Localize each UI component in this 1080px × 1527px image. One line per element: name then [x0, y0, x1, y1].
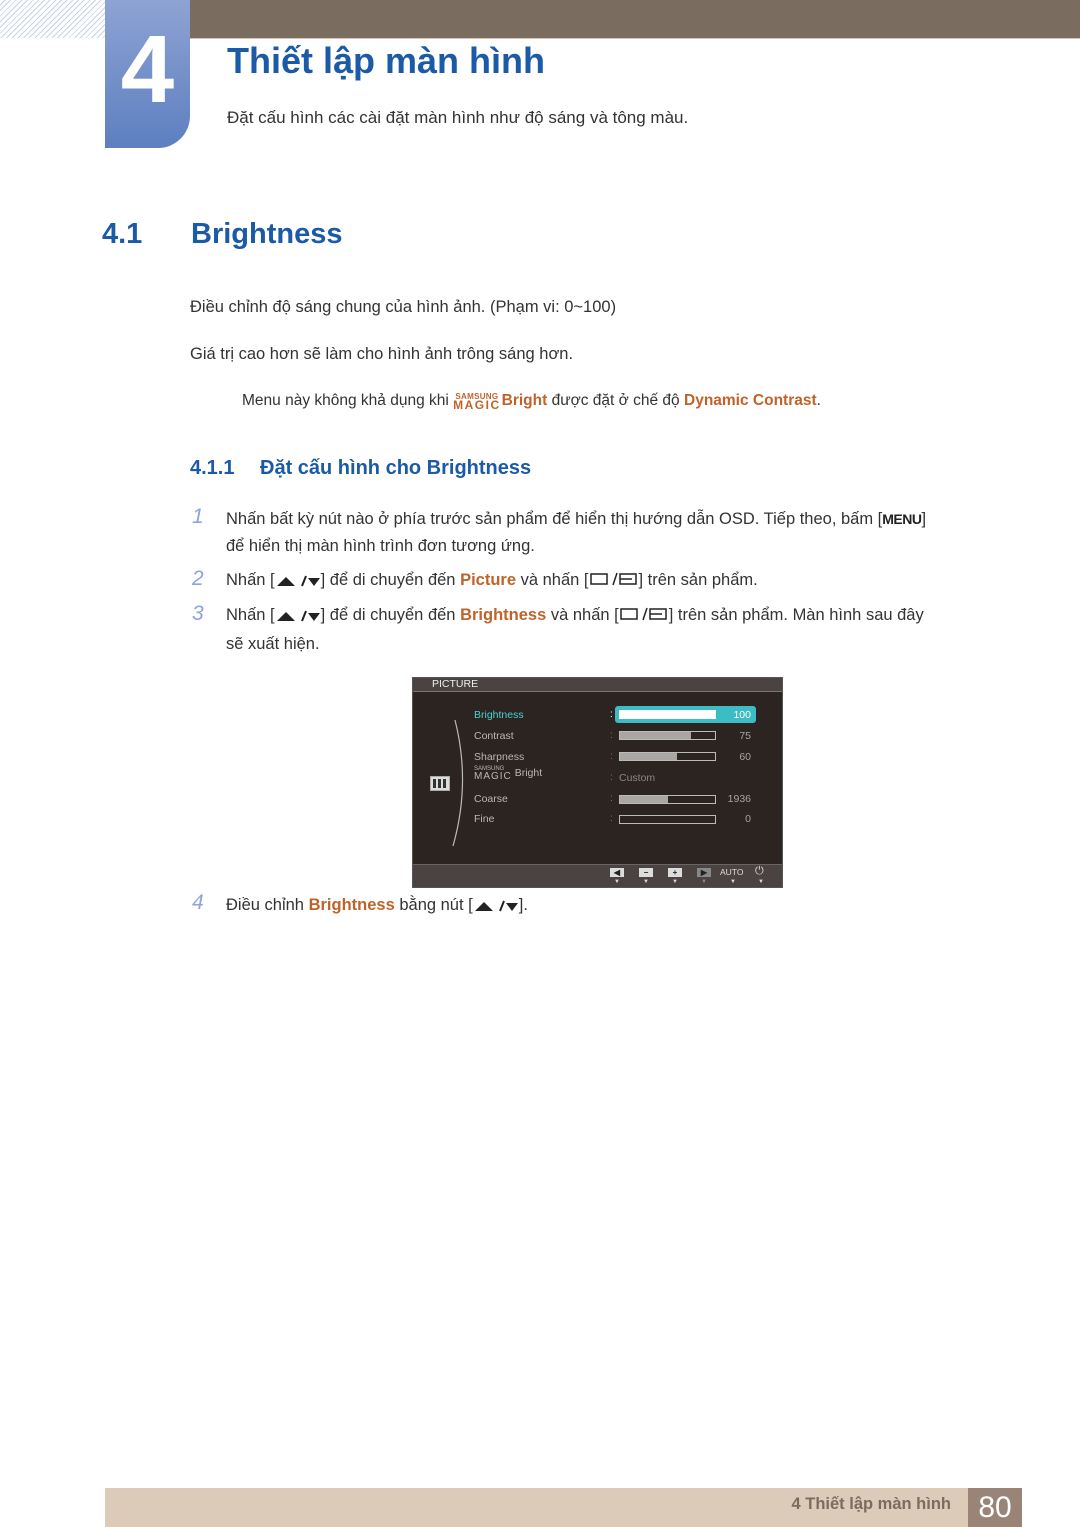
chapter-number-badge: 4 [105, 0, 190, 148]
left-icon[interactable]: ◀ [610, 868, 624, 877]
paragraph-range: Điều chỉnh độ sáng chung của hình ảnh. (… [190, 298, 617, 316]
step-number: 4 [192, 891, 204, 914]
osd-item-fine[interactable]: Fine [474, 813, 494, 825]
step-2: Nhấn [] để di chuyển đến Picture và nhấn… [226, 567, 758, 596]
enter-icon[interactable]: ▶ [697, 868, 711, 877]
menu-key: MENU [882, 511, 922, 527]
step-1: Nhấn bất kỳ nút nào ở phía trước sản phẩ… [226, 510, 927, 555]
paragraph-higher-value: Giá trị cao hơn sẽ làm cho hình ảnh trôn… [190, 345, 574, 363]
power-icon[interactable]: ⏻ [755, 865, 764, 878]
osd-item-sharpness[interactable]: Sharpness [474, 751, 524, 763]
source-enter-icon [589, 569, 639, 596]
step-number: 2 [192, 567, 204, 590]
dynamic-contrast-term: Dynamic Contrast [684, 392, 817, 409]
subsection-heading: 4.1.1 Đặt cấu hình cho Brightness [190, 457, 532, 479]
osd-header: PICTURE [413, 678, 782, 692]
osd-picture-menu: PICTURE Brightness : 100 Contrast : 75 S… [412, 677, 783, 888]
up-down-arrows-icon [275, 569, 321, 596]
page-footer: 4 Thiết lập màn hình 80 [105, 1488, 1022, 1527]
chapter-description: Đặt cấu hình các cài đặt màn hình như độ… [227, 108, 689, 127]
osd-arc [452, 719, 464, 847]
auto-button[interactable]: AUTO [720, 867, 743, 877]
step-4: Điều chỉnh Brightness bằng nút []. [226, 892, 528, 921]
source-enter-icon [619, 604, 669, 631]
page-number: 80 [968, 1488, 1022, 1527]
section-heading: 4.1 Brightness [102, 218, 342, 251]
osd-slider[interactable] [619, 815, 716, 824]
osd-button-bar: ◀ − + ▶ AUTO ⏻ ▼ ▼ ▼ ▼ ▼ ▼ [413, 864, 782, 887]
chapter-title: Thiết lập màn hình [227, 40, 546, 81]
decorative-hatch [0, 0, 105, 38]
plus-icon[interactable]: + [668, 868, 682, 877]
magic-bright-logo: SAMSUNG MAGIC [453, 392, 501, 412]
osd-item-brightness[interactable]: Brightness [474, 709, 524, 721]
note: Menu này không khả dụng khi SAMSUNG MAGIC… [242, 392, 821, 412]
step-number: 1 [192, 505, 204, 528]
up-down-arrows-icon [473, 894, 519, 921]
osd-slider[interactable] [619, 752, 716, 761]
up-down-arrows-icon [275, 604, 321, 631]
osd-slider[interactable] [619, 710, 716, 719]
osd-slider[interactable] [619, 795, 716, 804]
section-title: Brightness [191, 218, 343, 250]
step-3: Nhấn [] để di chuyển đến Brightness và n… [226, 604, 924, 653]
footer-chapter-label: 4 Thiết lập màn hình [791, 1495, 951, 1513]
osd-item-magic-bright[interactable]: SAMSUNG MAGIC Bright [474, 766, 542, 782]
osd-item-coarse[interactable]: Coarse [474, 793, 508, 805]
osd-item-contrast[interactable]: Contrast [474, 730, 514, 742]
step-number: 3 [192, 602, 204, 625]
osd-slider[interactable] [619, 731, 716, 740]
minus-icon[interactable]: − [639, 868, 653, 877]
picture-menu-icon [430, 776, 450, 791]
section-number: 4.1 [102, 218, 143, 250]
top-bar [190, 0, 1080, 39]
